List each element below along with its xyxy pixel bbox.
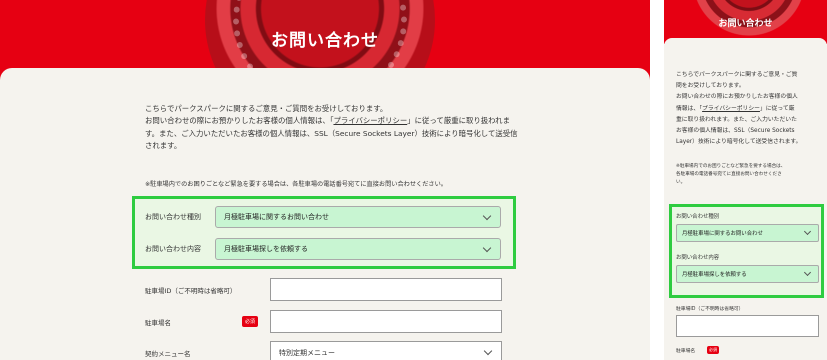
intro-text: こちらでパークスパークに関するご意見・ご質問をお受けしております。 お問い合わせ…: [145, 103, 521, 152]
mobile-inquiry-content-value: 月極駐車場探しを依頼する: [682, 272, 747, 278]
mobile-intro-part: 情報は、「: [676, 105, 703, 112]
parking-name-input[interactable]: [270, 310, 502, 333]
mobile-parking-id-input[interactable]: [676, 315, 819, 337]
emergency-note: ※駐車場内でのお困りごとなど緊急を要する場合は、各駐車場の電話番号宛てに直接お問…: [145, 181, 447, 188]
mobile-intro-part: 」に従って厳: [759, 105, 795, 112]
intro-line: お問い合わせの際にお預かりしたお客様の個人情報は、「プライバシーポリシー」に従っ…: [145, 115, 521, 127]
mobile-inquiry-content-select[interactable]: 月極駐車場探しを依頼する: [676, 265, 819, 283]
mobile-privacy-policy-link[interactable]: プライバシーポリシー: [702, 106, 760, 112]
parking-id-field-row: 駐車場ID（ご不明時は省略可）: [145, 278, 505, 302]
mobile-inquiry-type-label: お問い合わせ種別: [676, 214, 720, 220]
intro-line: す。また、ご入力いただいたお客様の個人情報は、SSL（Secure Socket…: [145, 128, 518, 138]
intro-line: されます。: [145, 140, 182, 150]
inquiry-type-select[interactable]: 月極駐車場に関するお問い合わせ: [215, 206, 501, 228]
intro-line-part: お問い合わせの際にお預かりしたお客様の個人情報は、「: [145, 116, 334, 126]
chevron-down-icon: [803, 227, 812, 236]
chevron-down-icon: [482, 243, 492, 253]
mobile-view: お問い合わせ こちらでパークスパークに関するご意見・ご質 問をお受けしております…: [664, 0, 827, 360]
contract-menu-label: 契約メニュー名: [145, 350, 191, 358]
parking-name-label: 駐車場名: [145, 319, 171, 327]
inquiry-content-label: お問い合わせ内容: [145, 245, 201, 253]
parking-id-label: 駐車場ID（ご不明時は省略可）: [145, 287, 237, 295]
intro-line: こちらでパークスパークに関するご意見・ご質問をお受けしております。: [145, 104, 388, 113]
desktop-view: お問い合わせ こちらでパークスパークに関するご意見・ご質問をお受けしております。…: [0, 0, 650, 360]
mobile-intro-text: こちらでパークスパークに関するご意見・ご質 問をお受けしております。 お問い合わ…: [676, 70, 821, 148]
mobile-intro-line: 問をお受けしております。: [676, 83, 745, 90]
page-title: お問い合わせ: [271, 31, 379, 51]
mobile-page-title: お問い合わせ: [718, 19, 773, 29]
mobile-intro-line: 情報は、「プライバシーポリシー」に従って厳: [676, 104, 821, 115]
mobile-parking-id-label: 駐車場ID（ご不明時は省略可）: [676, 307, 744, 312]
chevron-down-icon: [482, 211, 492, 221]
inquiry-content-row: お問い合わせ内容 月極駐車場探しを依頼する: [145, 237, 505, 261]
mobile-intro-line: Layer）技術により暗号化して送受信されます。: [676, 139, 802, 146]
mobile-intro-line: 重に取り扱われます。また、ご入力いただいた: [676, 116, 797, 123]
inquiry-type-label: お問い合わせ種別: [145, 213, 201, 221]
mobile-intro-line: こちらでパークスパークに関するご意見・ご質: [676, 72, 798, 78]
required-badge: 必須: [242, 316, 259, 327]
contract-menu-value: 特別定期メニュー: [279, 348, 335, 357]
chevron-down-icon: [803, 268, 812, 277]
mobile-note-line: 各駐車場の電話番号宛てに直接お問い合わせくださ: [676, 172, 782, 178]
inquiry-content-select[interactable]: 月極駐車場探しを依頼する: [215, 238, 501, 260]
inquiry-type-value: 月極駐車場に関するお問い合わせ: [224, 213, 329, 221]
mobile-required-badge: 必須: [707, 346, 719, 354]
chevron-down-icon: [483, 346, 493, 356]
inquiry-type-row: お問い合わせ種別 月極駐車場に関するお問い合わせ: [145, 205, 505, 229]
mobile-parking-name-label: 駐車場名: [676, 349, 696, 354]
intro-line-part: 」に従って厳重に取り扱われま: [407, 116, 510, 126]
mobile-note-line: い。: [676, 180, 686, 186]
mobile-inquiry-content-label: お問い合わせ内容: [676, 255, 720, 261]
inquiry-content-value: 月極駐車場探しを依頼する: [224, 245, 308, 253]
mobile-note-line: ※駐車場内でのお困りごとなど緊急を要する場合は、: [676, 164, 786, 169]
parking-id-input[interactable]: [270, 278, 502, 301]
parking-name-field-row: 駐車場名 必須: [145, 310, 505, 334]
contract-menu-row: 契約メニュー名 特別定期メニュー: [145, 341, 505, 360]
privacy-policy-link[interactable]: プライバシーポリシー: [333, 116, 407, 125]
mobile-inquiry-type-value: 月極駐車場に関するお問い合わせ: [682, 231, 763, 237]
contract-menu-select[interactable]: 特別定期メニュー: [270, 341, 502, 360]
mobile-intro-line: お問い合わせの際にお預かりしたお客様の個人: [676, 94, 798, 101]
mobile-emergency-note: ※駐車場内でのお困りごとなど緊急を要する場合は、 各駐車場の電話番号宛てに直接お…: [676, 163, 821, 188]
mobile-inquiry-type-select[interactable]: 月極駐車場に関するお問い合わせ: [676, 224, 819, 242]
mobile-intro-line: お客様の個人情報は、SSL（Secure Sockets: [676, 128, 795, 135]
